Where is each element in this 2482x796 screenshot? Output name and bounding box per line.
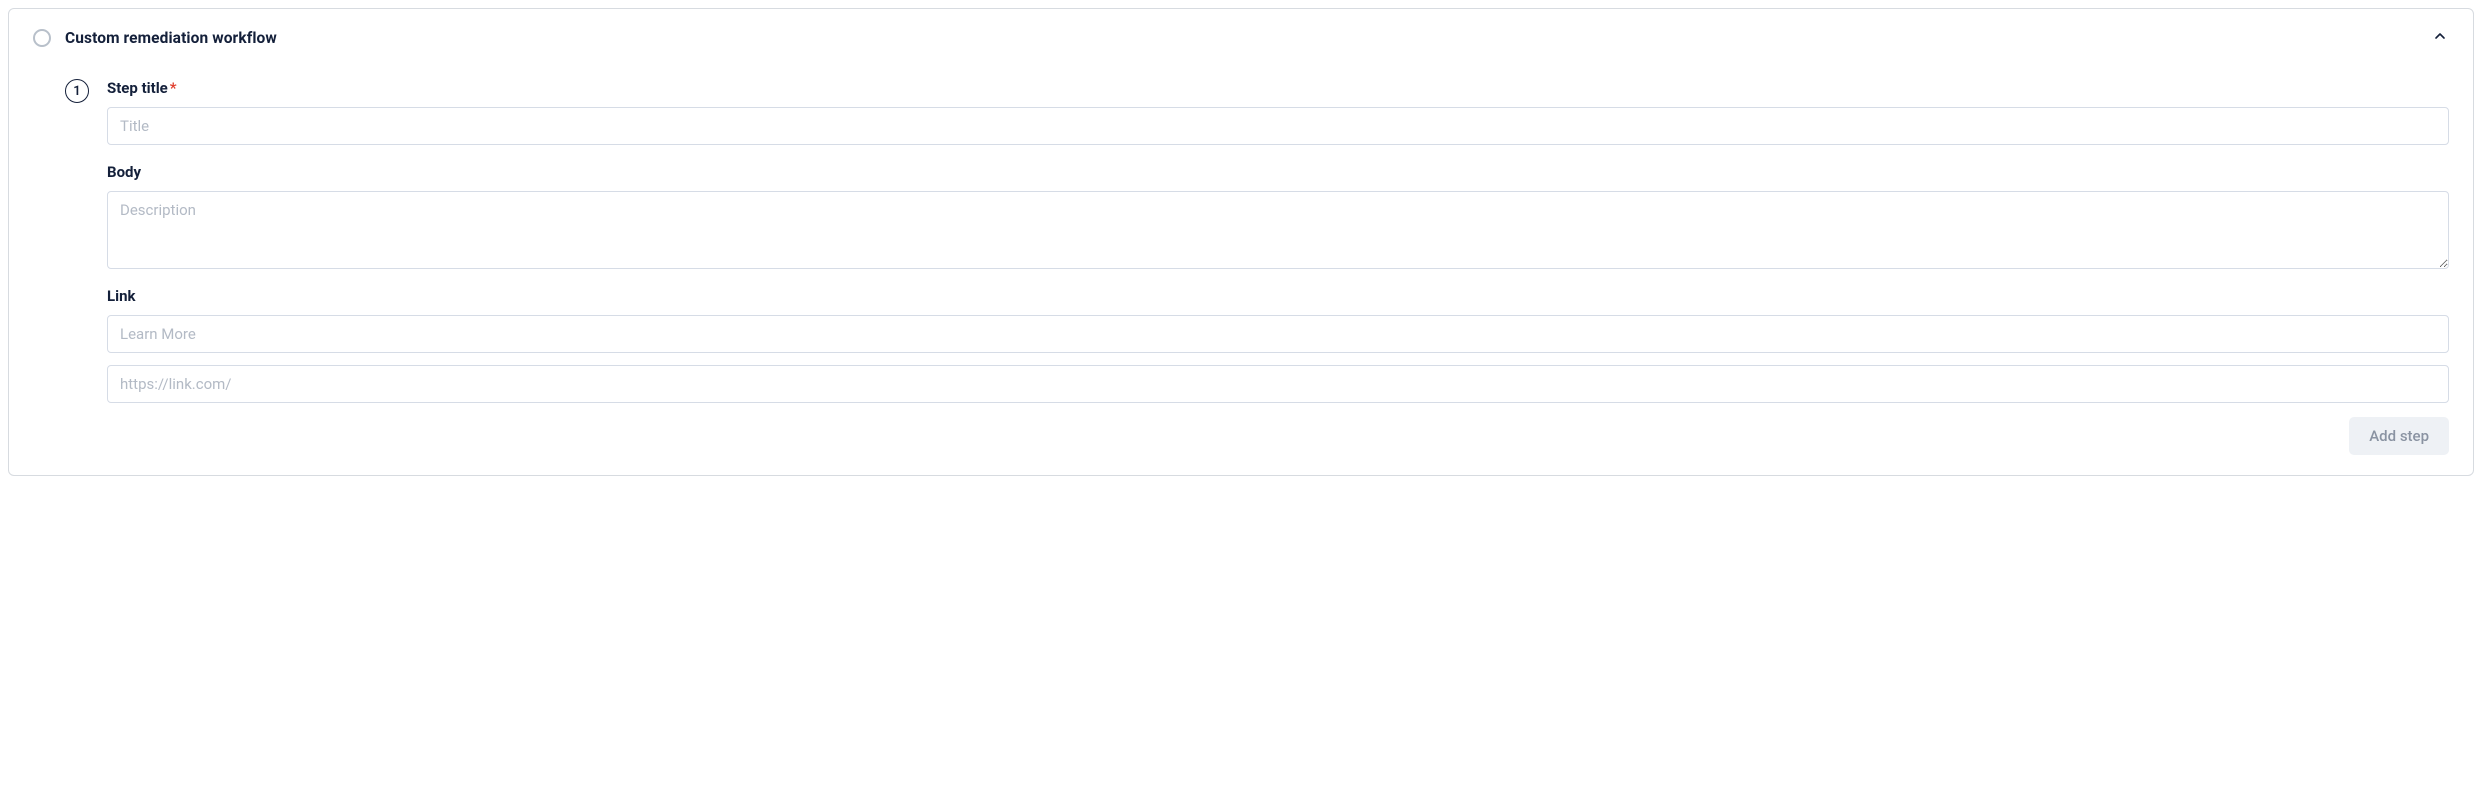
panel-header-left: Custom remediation workflow	[33, 29, 277, 47]
step-fields: Step title* Body Link Add step	[107, 79, 2449, 455]
body-label: Body	[107, 163, 2449, 181]
chevron-up-icon	[2432, 28, 2448, 48]
step-title-input[interactable]	[107, 107, 2449, 145]
step-container: 1 Step title* Body Link Add step	[33, 79, 2449, 455]
link-label: Link	[107, 287, 2449, 305]
workflow-radio[interactable]	[33, 29, 51, 47]
step-title-label-text: Step title	[107, 79, 168, 97]
step-number-badge: 1	[65, 79, 89, 103]
required-asterisk: *	[170, 79, 177, 97]
panel-header: Custom remediation workflow	[33, 29, 2449, 47]
step-body-textarea[interactable]	[107, 191, 2449, 269]
step-title-label: Step title*	[107, 79, 2449, 97]
remediation-workflow-panel: Custom remediation workflow 1 Step title…	[8, 8, 2474, 476]
actions-row: Add step	[107, 417, 2449, 455]
panel-title: Custom remediation workflow	[65, 29, 277, 47]
add-step-button[interactable]: Add step	[2349, 417, 2449, 455]
link-url-input[interactable]	[107, 365, 2449, 403]
collapse-toggle[interactable]	[2431, 29, 2449, 47]
link-text-input[interactable]	[107, 315, 2449, 353]
